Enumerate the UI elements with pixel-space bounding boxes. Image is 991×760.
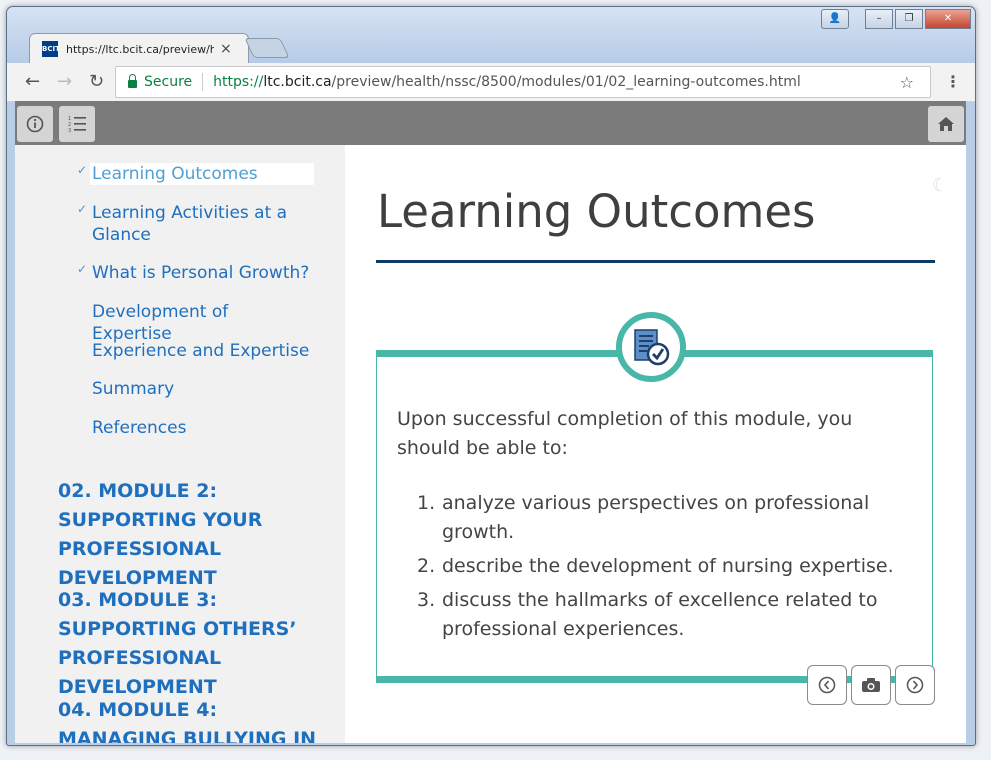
- outcome-text: describe the development of nursing expe…: [442, 555, 894, 577]
- tab-title: https://ltc.bcit.ca/preview/hea: [66, 42, 214, 56]
- address-bar[interactable]: Secure https:// ltc.bcit.ca /preview/hea…: [115, 66, 931, 98]
- screenshot-button[interactable]: [851, 665, 891, 705]
- previous-button[interactable]: [807, 665, 847, 705]
- checklist-icon: [634, 329, 670, 366]
- page-content: 1 2 3 ✓ Learning Outcomes ✓ Learning Act…: [15, 101, 966, 743]
- url-scheme: https://: [213, 74, 264, 90]
- browser-tab[interactable]: BCIT https://ltc.bcit.ca/preview/hea ×: [29, 33, 249, 64]
- info-button[interactable]: [17, 106, 53, 142]
- bookmark-star-icon[interactable]: ☆: [900, 73, 914, 92]
- url-path: /preview/health/nssc/8500/modules/01/02_…: [331, 74, 801, 90]
- bcit-favicon: BCIT: [42, 41, 60, 57]
- reload-icon[interactable]: ↻: [89, 71, 104, 92]
- user-icon[interactable]: 👤: [821, 9, 849, 29]
- outcome-text: discuss the hallmarks of excellence rela…: [442, 589, 878, 640]
- completed-check-icon: ✓: [77, 163, 88, 177]
- page-title: Learning Outcomes: [377, 185, 816, 238]
- lock-icon: [128, 74, 137, 88]
- browser-toolbar: ← → ↻ Secure https:// ltc.bcit.ca /previ…: [7, 63, 975, 102]
- sidebar-item-personal-growth[interactable]: What is Personal Growth?: [92, 262, 312, 284]
- sidebar-module-2[interactable]: 02. MODULE 2: SUPPORTING YOUR PROFESSION…: [58, 477, 338, 593]
- course-header-bar: 1 2 3: [15, 101, 966, 145]
- camera-icon: [862, 678, 880, 692]
- chevron-right-icon: [906, 676, 924, 694]
- completed-check-icon: ✓: [77, 202, 88, 216]
- sidebar-module-3[interactable]: 03. MODULE 3: SUPPORTING OTHERS’ PROFESS…: [58, 586, 338, 702]
- window-close-button[interactable]: ✕: [925, 9, 971, 29]
- back-arrow-icon[interactable]: ←: [25, 71, 40, 92]
- sidebar-item-references[interactable]: References: [92, 417, 312, 439]
- address-separator: [202, 73, 204, 91]
- secure-label: Secure: [144, 74, 193, 90]
- list-item: 1. analyze various perspectives on profes…: [417, 492, 870, 543]
- minimize-button[interactable]: –: [865, 9, 893, 29]
- sidebar-item-development-of-expertise[interactable]: Development of Expertise: [92, 301, 312, 345]
- restore-button[interactable]: ❐: [895, 9, 923, 29]
- forward-arrow-icon[interactable]: →: [57, 71, 72, 92]
- url-host: ltc.bcit.ca: [263, 74, 332, 90]
- numbered-list-icon: 1 2 3: [68, 116, 86, 133]
- browser-menu-icon[interactable]: ⋮: [945, 72, 961, 91]
- completed-check-icon: ✓: [77, 262, 88, 276]
- svg-text:3: 3: [68, 128, 71, 133]
- list-item: 2. describe the development of nursing ex…: [417, 555, 894, 577]
- title-bar: BCIT https://ltc.bcit.ca/preview/hea × 👤…: [7, 7, 975, 64]
- tab-close-icon[interactable]: ×: [220, 41, 232, 57]
- checklist-badge: [616, 312, 686, 382]
- outcomes-box: Upon successful completion of this modul…: [376, 350, 933, 683]
- sidebar: ✓ Learning Outcomes ✓ Learning Activitie…: [15, 145, 345, 743]
- main-content: ☾ Learning Outcomes Upon successful comp…: [345, 145, 966, 743]
- home-button[interactable]: [928, 106, 964, 142]
- outcomes-intro: Upon successful completion of this modul…: [397, 408, 853, 459]
- new-tab-button[interactable]: [244, 38, 290, 58]
- sidebar-item-learning-outcomes[interactable]: Learning Outcomes: [90, 163, 314, 185]
- browser-window: BCIT https://ltc.bcit.ca/preview/hea × 👤…: [6, 6, 976, 746]
- window-controls: 👤 – ❐ ✕: [819, 9, 971, 29]
- outcome-text: analyze various perspectives on professi…: [442, 492, 870, 543]
- title-rule: [376, 260, 935, 263]
- info-icon: [26, 115, 44, 133]
- toc-button[interactable]: 1 2 3: [59, 106, 95, 142]
- sidebar-item-experience-and-expertise[interactable]: Experience and Expertise: [92, 340, 312, 362]
- chevron-left-icon: [818, 676, 836, 694]
- list-item: 3. discuss the hallmarks of excellence re…: [417, 589, 878, 640]
- outcomes-list: 1. analyze various perspectives on profes…: [397, 489, 917, 649]
- sidebar-module-4[interactable]: 04. MODULE 4: MANAGING BULLYING IN THE: [58, 696, 338, 743]
- dark-mode-moon-icon[interactable]: ☾: [932, 175, 948, 196]
- next-button[interactable]: [895, 665, 935, 705]
- home-icon: [938, 117, 954, 131]
- sidebar-item-summary[interactable]: Summary: [92, 378, 312, 400]
- sidebar-item-learning-activities[interactable]: Learning Activities at a Glance: [92, 202, 312, 246]
